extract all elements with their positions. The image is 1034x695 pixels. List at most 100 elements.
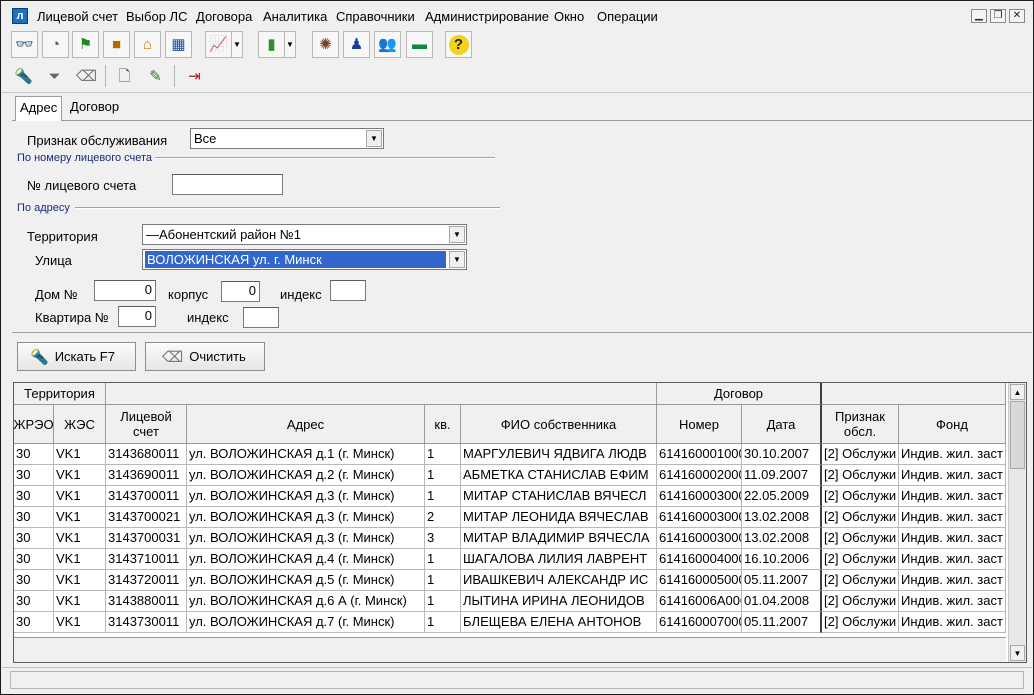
green-flag-icon[interactable]: ⚑	[72, 31, 99, 58]
flashlight-icon[interactable]: 🔦	[10, 63, 37, 90]
table-cell[interactable]: ул. ВОЛОЖИНСКАЯ д.3 (г. Минск)	[187, 486, 425, 507]
tab-contract[interactable]: Договор	[66, 96, 123, 119]
menu-analytics[interactable]: Аналитика	[263, 9, 327, 24]
table-cell[interactable]: 30	[14, 549, 54, 570]
table-row[interactable]: 30 VK1 3143720011 ул. ВОЛОЖИНСКАЯ д.5 (г. М…	[14, 570, 1006, 591]
table-cell[interactable]: МИТАР ВЛАДИМИР ВЯЧЕСЛА	[461, 528, 657, 549]
menu-administration[interactable]: Администрирование	[425, 9, 549, 24]
account-number-field[interactable]	[172, 174, 283, 195]
table-row[interactable]: 30 VK1 3143690011 ул. ВОЛОЖИНСКАЯ д.2 (г. М…	[14, 465, 1006, 486]
table-cell[interactable]: ИВАШКЕВИЧ АЛЕКСАНДР ИС	[461, 570, 657, 591]
help-icon[interactable]: ?	[445, 31, 472, 58]
column-header[interactable]: Признак обсл.	[822, 405, 899, 444]
table-cell[interactable]: МИТАР СТАНИСЛАВ ВЯЧЕСЛ	[461, 486, 657, 507]
index-field[interactable]	[330, 280, 366, 301]
table-cell[interactable]: 3143710011	[106, 549, 187, 570]
table-cell[interactable]: 30	[14, 486, 54, 507]
chevron-down-icon[interactable]: ▼	[366, 130, 382, 147]
table-cell[interactable]: [2] Обслужи	[822, 507, 899, 528]
table-cell[interactable]: 1	[425, 549, 461, 570]
table-cell[interactable]: 05.11.2007	[742, 570, 822, 591]
table-cell[interactable]: 30	[14, 591, 54, 612]
table-cell[interactable]: [2] Обслужи	[822, 549, 899, 570]
table-cell[interactable]: [2] Обслужи	[822, 591, 899, 612]
table-cell[interactable]: 30	[14, 612, 54, 633]
app-icon[interactable]: л	[12, 8, 28, 24]
table-cell[interactable]: 30	[14, 465, 54, 486]
minimize-icon[interactable]: ▁	[971, 9, 987, 23]
menu-references[interactable]: Справочники	[336, 9, 415, 24]
table-cell[interactable]: ул. ВОЛОЖИНСКАЯ д.3 (г. Минск)	[187, 528, 425, 549]
table-cell[interactable]: 13.02.2008	[742, 507, 822, 528]
menu-contracts[interactable]: Договора	[196, 9, 252, 24]
column-header[interactable]: ЖЭС	[54, 405, 106, 444]
column-header[interactable]: кв.	[425, 405, 461, 444]
table-cell[interactable]: ул. ВОЛОЖИНСКАЯ д.5 (г. Минск)	[187, 570, 425, 591]
table-cell[interactable]: Индив. жил. заст	[899, 549, 1006, 570]
table-cell[interactable]: Индив. жил. заст	[899, 528, 1006, 549]
territory-select[interactable]: —Абонентский район №1 ▼	[142, 224, 467, 245]
table-cell[interactable]: ул. ВОЛОЖИНСКАЯ д.4 (г. Минск)	[187, 549, 425, 570]
table-cell[interactable]: VK1	[54, 591, 106, 612]
table-cell[interactable]: 30	[14, 528, 54, 549]
box-icon[interactable]: ■	[103, 31, 130, 58]
restore-icon[interactable]: ❐	[990, 9, 1006, 23]
chart-icon[interactable]: 📈	[205, 31, 232, 58]
building-field[interactable]: 0	[221, 281, 260, 302]
table-cell[interactable]: Индив. жил. заст	[899, 444, 1006, 465]
table-cell[interactable]: 01.04.2008	[742, 591, 822, 612]
table-row[interactable]: 30 VK1 3143700011 ул. ВОЛОЖИНСКАЯ д.3 (г. М…	[14, 486, 1006, 507]
person-icon[interactable]: ♟	[343, 31, 370, 58]
table-cell[interactable]: 614160003000	[657, 486, 742, 507]
table-cell[interactable]: 05.11.2007	[742, 612, 822, 633]
menu-select-account[interactable]: Выбор ЛС	[126, 9, 187, 24]
table-cell[interactable]: 614160005000	[657, 570, 742, 591]
table-cell[interactable]: 30	[14, 444, 54, 465]
table-cell[interactable]: [2] Обслужи	[822, 444, 899, 465]
table-cell[interactable]: БЛЕЩЕВА ЕЛЕНА АНТОНОВ	[461, 612, 657, 633]
table-row[interactable]: 30 VK1 3143700031 ул. ВОЛОЖИНСКАЯ д.3 (г. М…	[14, 528, 1006, 549]
table-cell[interactable]: ул. ВОЛОЖИНСКАЯ д.3 (г. Минск)	[187, 507, 425, 528]
service-sign-select[interactable]: Все ▼	[190, 128, 384, 149]
exit-icon[interactable]: ⇥	[181, 63, 208, 90]
menu-account[interactable]: Лицевой счет	[37, 9, 118, 24]
table-cell[interactable]: ул. ВОЛОЖИНСКАЯ д.7 (г. Минск)	[187, 612, 425, 633]
table-row[interactable]: 30 VK1 3143730011 ул. ВОЛОЖИНСКАЯ д.7 (г. М…	[14, 612, 1006, 633]
edit-document-icon[interactable]: ✎	[142, 63, 169, 90]
table-cell[interactable]: VK1	[54, 612, 106, 633]
table-cell[interactable]: 61416006А000	[657, 591, 742, 612]
table-cell[interactable]: 614160003000	[657, 507, 742, 528]
column-header[interactable]: Фонд	[899, 405, 1006, 444]
table-cell[interactable]: [2] Обслужи	[822, 528, 899, 549]
monitor-icon[interactable]: ▬	[406, 31, 433, 58]
table-cell[interactable]: 3143700011	[106, 486, 187, 507]
scroll-up-icon[interactable]: ▲	[1010, 384, 1025, 400]
table-cell[interactable]: Индив. жил. заст	[899, 465, 1006, 486]
table-cell[interactable]: [2] Обслужи	[822, 612, 899, 633]
calculator-icon[interactable]: ▦	[165, 31, 192, 58]
house-icon[interactable]: ⌂	[134, 31, 161, 58]
table-cell[interactable]: [2] Обслужи	[822, 465, 899, 486]
table-cell[interactable]: 1	[425, 444, 461, 465]
chevron-down-icon[interactable]: ▼	[449, 226, 465, 243]
table-cell[interactable]: 614160003000	[657, 528, 742, 549]
index-field[interactable]	[243, 307, 279, 328]
street-select[interactable]: ВОЛОЖИНСКАЯ ул. г. Минск ▼	[142, 249, 467, 270]
search-button[interactable]: 🔦 Искать F7	[17, 342, 136, 371]
chevron-down-icon[interactable]: ▼	[449, 251, 465, 268]
table-cell[interactable]: 614160004000	[657, 549, 742, 570]
house-number-field[interactable]: 0	[94, 280, 156, 301]
filter-icon[interactable]: ⏷	[41, 63, 68, 90]
column-header[interactable]: ЖРЭО	[14, 405, 54, 444]
table-cell[interactable]: 11.09.2007	[742, 465, 822, 486]
menu-operations[interactable]: Операции	[597, 9, 658, 24]
table-cell[interactable]: 1	[425, 612, 461, 633]
table-cell[interactable]: МАРГУЛЕВИЧ ЯДВИГА ЛЮДВ	[461, 444, 657, 465]
glasses-icon[interactable]: 👓	[11, 31, 38, 58]
table-cell[interactable]: 614160007000	[657, 612, 742, 633]
column-header[interactable]: Номер	[657, 405, 742, 444]
column-header[interactable]: Лицевой счет	[106, 405, 187, 444]
table-cell[interactable]: VK1	[54, 570, 106, 591]
table-row[interactable]: 30 VK1 3143700021 ул. ВОЛОЖИНСКАЯ д.3 (г. М…	[14, 507, 1006, 528]
table-cell[interactable]: 30.10.2007	[742, 444, 822, 465]
